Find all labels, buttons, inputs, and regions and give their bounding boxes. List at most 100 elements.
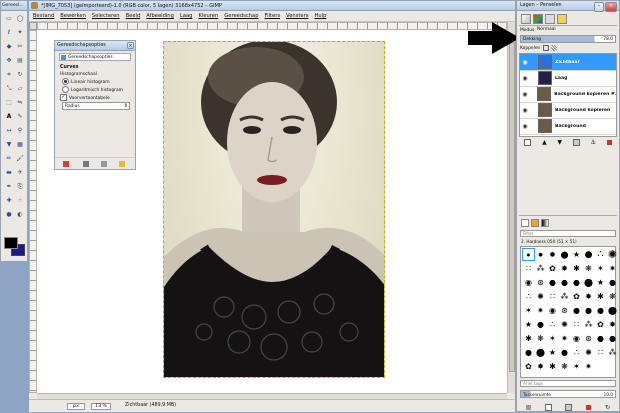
linear-histogram-radio[interactable]: Lineair histogram [62,78,110,85]
reset-options-icon[interactable] [119,161,125,167]
brush-swatch[interactable]: ∷ [547,291,558,302]
delete-brush-icon[interactable] [586,404,592,410]
tab-layers-icon[interactable] [521,14,531,24]
brush-swatch[interactable]: ● [547,277,558,288]
brush-swatch[interactable]: ∴ [595,249,606,260]
brush-swatch[interactable]: ✸ [583,291,594,302]
lasso-icon[interactable]: ℓ [5,29,13,37]
rotate-icon[interactable]: ↻ [16,71,24,79]
horizontal-ruler[interactable] [37,22,507,30]
layer-name[interactable]: Background kopiëren #1 [554,92,616,97]
brush-swatch[interactable]: ∴ [523,291,534,302]
brush-swatch[interactable]: ● [547,249,558,260]
blend-icon[interactable]: ▦ [16,141,24,149]
layer-row[interactable]: ◉ Zichtbaar [520,54,616,71]
tab-brushes-icon[interactable] [521,219,529,227]
quick-mask-toggle[interactable] [29,22,37,30]
brush-swatch[interactable]: ⁂ [583,319,594,330]
brush-swatch[interactable]: ✿ [523,361,534,372]
lock-pixels-icon[interactable] [543,45,549,51]
brush-swatch[interactable]: ✱ [571,263,582,274]
menu-bestand[interactable]: Bestand [33,13,54,19]
menu-afbeelding[interactable]: Afbeelding [146,13,174,19]
brush-swatch[interactable]: ✿ [571,291,582,302]
color-select-icon[interactable]: ◆ [5,43,13,51]
scale-icon[interactable]: ⤡ [5,85,13,93]
brush-swatch[interactable]: ● [523,347,534,358]
brush-swatch[interactable]: ● [535,249,546,260]
brush-swatch[interactable]: ❋ [583,263,594,274]
minimize-icon[interactable]: – [594,2,604,12]
layers-titlebar[interactable]: Lagen – Penselen – × [517,1,619,12]
menu-laag[interactable]: Laag [180,13,193,19]
raise-layer-icon[interactable]: ▲ [542,139,547,146]
brush-swatch[interactable]: ✸ [607,319,618,330]
menu-beeld[interactable]: Beeld [126,13,141,19]
dodge-icon[interactable]: ◐ [16,211,24,219]
layer-name[interactable]: Zichtbaar [555,60,580,65]
brush-swatch[interactable]: ✷ [559,333,570,344]
flip-icon[interactable]: ⇋ [16,99,24,107]
brush-swatch[interactable]: ∷ [523,263,534,274]
brush-swatch[interactable]: ● [607,277,618,288]
brush-swatch[interactable]: ∴ [571,347,582,358]
visibility-eye-icon[interactable]: ◉ [520,59,530,66]
brush-filter-input[interactable]: Filter [520,230,616,237]
save-options-icon[interactable] [63,161,69,167]
brush-swatch[interactable]: ✿ [595,319,606,330]
pencil-icon[interactable]: ✏ [5,155,13,163]
rect-select-icon[interactable]: ▭ [5,15,13,23]
blur-icon[interactable]: ● [5,211,13,219]
brush-swatch[interactable]: ⁂ [607,347,618,358]
brush-swatch[interactable]: ★ [595,277,606,288]
brush-swatch[interactable]: ● [522,248,535,261]
brush-swatch[interactable]: ✶ [595,263,606,274]
vertical-scroll-thumb[interactable] [509,42,515,372]
brush-swatch[interactable]: ✶ [523,305,534,316]
menu-hulp[interactable]: Hulp [314,13,326,19]
brush-swatch[interactable]: ✺ [607,248,618,261]
brush-swatch[interactable]: ⊛ [583,333,594,344]
brush-swatch[interactable]: ● [607,333,618,344]
crop-icon[interactable]: ⌗ [5,71,13,79]
brush-swatch[interactable]: ✺ [535,291,546,302]
delete-layer-icon[interactable] [606,139,612,145]
edit-brush-icon[interactable] [525,404,531,410]
main-titlebar[interactable]: *[IMG_7053] (geïmporteerd)-1.0 (RGB colo… [29,1,515,11]
menu-vensters[interactable]: Vensters [286,13,308,19]
brush-swatch[interactable]: ✱ [595,291,606,302]
paintbrush-icon[interactable]: 🖌 [16,155,24,163]
visibility-eye-icon[interactable]: ◉ [520,123,530,130]
layer-row[interactable]: ◉ Background kopiëren #1 [520,86,616,103]
tab-undo-icon[interactable] [557,14,567,24]
close-icon[interactable]: × [127,42,134,49]
brush-swatch[interactable]: ★ [571,249,582,260]
brush-swatch[interactable]: ⁂ [535,263,546,274]
brush-swatch[interactable]: ● [535,319,546,330]
zoom-icon[interactable]: ⚲ [16,127,24,135]
measure-icon[interactable]: ↔ [5,127,13,135]
brush-swatch[interactable]: ❋ [607,291,618,302]
brush-swatch[interactable]: ⬤ [607,305,618,316]
ink-icon[interactable]: ✒ [5,183,13,191]
lower-layer-icon[interactable]: ▼ [557,139,562,146]
brush-swatch[interactable]: ∷ [595,347,606,358]
scissors-icon[interactable]: ✂ [16,43,24,51]
perspective-icon[interactable]: ⬚ [5,99,13,107]
brush-swatch[interactable]: ⊛ [559,305,570,316]
visibility-eye-icon[interactable]: ◉ [520,91,530,98]
brush-swatch[interactable]: ⊛ [535,277,546,288]
brush-swatch[interactable]: ✶ [547,333,558,344]
unit-select[interactable]: px [67,403,85,410]
brush-swatch[interactable]: ∷ [571,319,582,330]
move-icon[interactable]: ✥ [5,57,13,65]
restore-options-icon[interactable] [83,161,89,167]
menu-kleuren[interactable]: Kleuren [198,13,218,19]
new-layer-icon[interactable] [524,138,532,146]
brush-swatch[interactable]: ★ [523,319,534,330]
brush-swatch[interactable]: ● [559,347,570,358]
tool-options-tab[interactable]: Gereedschapsopties [59,53,131,61]
brush-swatch[interactable]: ❋ [535,333,546,344]
tab-channels-icon[interactable] [533,14,543,24]
brush-swatch[interactable]: ✿ [547,263,558,274]
